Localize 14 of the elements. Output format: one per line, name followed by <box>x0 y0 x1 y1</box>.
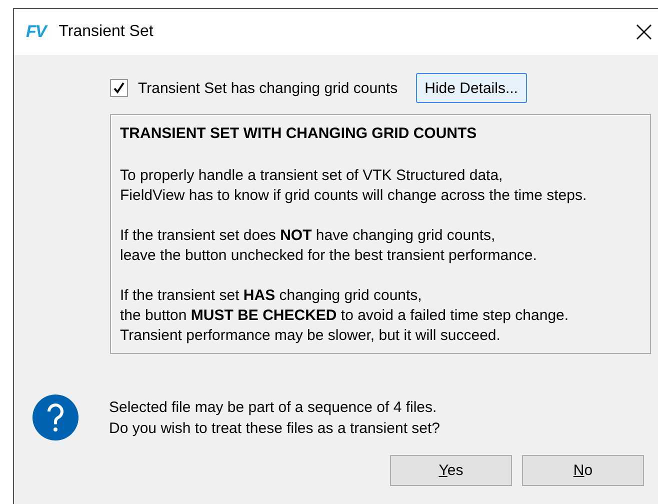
checkbox-label[interactable]: Transient Set has changing grid counts <box>138 80 398 96</box>
close-icon[interactable] <box>636 24 652 40</box>
details-paragraph: To properly handle a transient set of VTK Structured data, FieldView has to know if grid counts will change across the time steps. <box>120 166 588 206</box>
no-button[interactable]: No <box>522 455 644 486</box>
question-icon <box>32 394 79 441</box>
details-paragraph: If the transient set does NOT have changing grid counts, leave the button unchecked for the best transient performance. <box>120 226 538 266</box>
window-title: Transient Set <box>58 23 154 41</box>
app-logo: FV <box>26 22 46 42</box>
message-text: Selected file may be part of a sequence of 4 files. Do you wish to treat these files as a transient set? <box>109 398 440 438</box>
details-paragraph: If the transient set HAS changing grid counts, the button MUST BE CHECKED to avoid a failed time step change. Transient performance may be slower, but it will succeed. <box>120 286 570 346</box>
checkbox[interactable] <box>110 79 128 97</box>
hide-details-button[interactable]: Hide Details... <box>416 73 527 103</box>
yes-button[interactable]: Yes <box>390 455 512 486</box>
details-heading: TRANSIENT SET WITH CHANGING GRID COUNTS <box>120 124 478 144</box>
